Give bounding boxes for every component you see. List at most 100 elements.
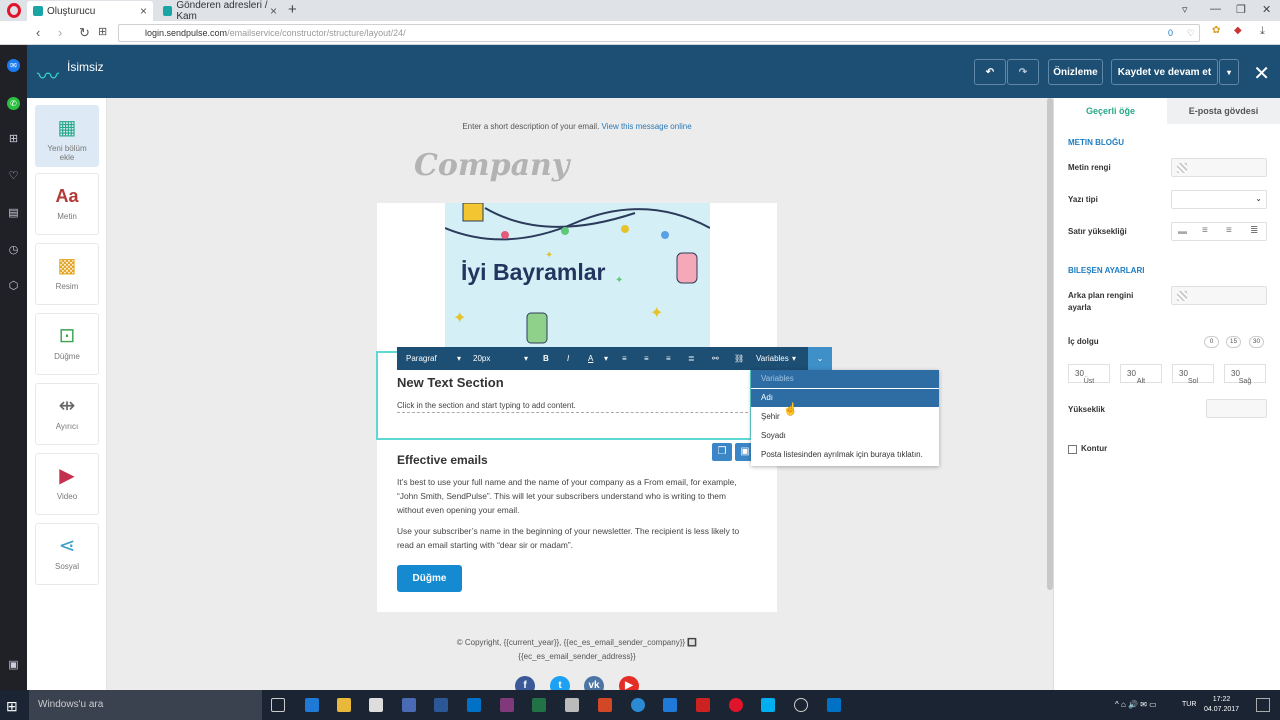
save-continue-button[interactable]: Kaydet ve devam et (1111, 59, 1218, 85)
heart-icon[interactable]: ♡ (7, 170, 20, 183)
close-editor-icon[interactable]: ✕ (1253, 64, 1270, 84)
tool-social[interactable]: ⋖ Sosyal (35, 523, 99, 585)
tool-video[interactable]: ▶ Video (35, 453, 99, 515)
speed-dial-icon[interactable]: ⊞ (98, 25, 107, 38)
back-icon[interactable]: ‹ (36, 25, 40, 40)
redo-button[interactable]: ↷ (1007, 59, 1039, 85)
paragraph-1[interactable]: It’s best to use your full name and the … (397, 475, 751, 517)
messenger-icon[interactable]: ✉ (7, 59, 20, 72)
app-icon[interactable] (402, 698, 416, 712)
border-checkbox[interactable] (1068, 445, 1077, 454)
padding-preset-30[interactable]: 30 (1249, 336, 1264, 348)
app5-icon[interactable] (794, 698, 808, 712)
tab-email-body[interactable]: E-posta gövdesi (1167, 98, 1280, 124)
close-tab-icon[interactable]: × (140, 4, 147, 18)
justify-icon[interactable]: ≣ (688, 354, 695, 363)
tray-icons[interactable]: ^ ⌂ 🔊 ✉ ▭ (1115, 700, 1157, 709)
align-center-icon[interactable]: ≡ (644, 354, 649, 363)
extension2-icon[interactable]: ◆ (1234, 25, 1242, 36)
tab-current-element[interactable]: Geçerli öğe (1054, 98, 1167, 124)
outlook2-icon[interactable] (827, 698, 841, 712)
tool-divider[interactable]: ⇹ Ayırıcı (35, 383, 99, 445)
chevron-down-icon[interactable]: ▾ (604, 354, 608, 363)
padding-preset-15[interactable]: 15 (1226, 336, 1241, 348)
duplicate-block-icon[interactable]: ❐ (712, 443, 732, 461)
font-select[interactable]: ⌄ (1171, 190, 1267, 209)
italic-icon[interactable]: I (567, 354, 569, 363)
section-hint[interactable]: Click in the section and start typing to… (397, 401, 576, 410)
tool-text[interactable]: Aa Metin (35, 173, 99, 235)
unlink-icon[interactable]: ⛓ (734, 354, 744, 363)
app3-icon[interactable] (631, 698, 645, 712)
view-online-link[interactable]: View this message online (602, 122, 692, 131)
save-options-button[interactable]: ▾ (1219, 59, 1239, 85)
url-field[interactable]: login.sendpulse.com/emailservice/constru… (118, 24, 1200, 42)
windows-start-icon[interactable]: ⊞ (6, 698, 18, 715)
dropdown-item-sehir[interactable]: Şehir (751, 408, 939, 426)
app2-icon[interactable] (565, 698, 579, 712)
extension-icon[interactable]: ✿ (1212, 25, 1220, 36)
variables-select[interactable]: Variables (756, 354, 789, 363)
font-size-select[interactable]: 20px (473, 354, 490, 363)
text-color-picker[interactable] (1171, 158, 1267, 177)
tool-image[interactable]: ▩ Resim (35, 243, 99, 305)
grid-icon[interactable]: ⊞ (7, 133, 20, 146)
tab-olusturucu[interactable]: Oluşturucu × (27, 1, 153, 21)
chevron-down-icon[interactable]: ▾ (524, 354, 528, 363)
line-height-2-icon[interactable]: ≡ (1202, 225, 1208, 236)
line-height-4-icon[interactable]: ≣ (1250, 225, 1258, 236)
tab-gonderen[interactable]: Gönderen adresleri / Kam × (157, 0, 283, 22)
heart-icon[interactable]: ♡ (1187, 25, 1195, 41)
align-right-icon[interactable]: ≡ (666, 354, 671, 363)
paragraph-2[interactable]: Use your subscriber’s name in the beginn… (397, 524, 751, 552)
news-icon[interactable]: ▤ (7, 207, 20, 220)
preview-button[interactable]: Önizleme (1048, 59, 1103, 85)
line-height-1-icon[interactable]: ▬ (1178, 226, 1187, 236)
restore-icon[interactable]: ❐ (1236, 3, 1246, 16)
onenote-icon[interactable] (500, 698, 514, 712)
line-height-options[interactable]: ▬ ≡ ≡ ≣ (1171, 222, 1267, 241)
word-icon[interactable] (434, 698, 448, 712)
new-tab-icon[interactable]: + (288, 1, 297, 18)
toolbar-collapse-icon[interactable]: ⌄ (808, 347, 832, 370)
forward-icon[interactable]: › (58, 25, 62, 40)
outlook-icon[interactable] (467, 698, 481, 712)
close-tab-icon[interactable]: × (270, 4, 277, 18)
bold-icon[interactable]: B (543, 354, 549, 363)
dropdown-item-unsubscribe[interactable]: Posta listesinden ayrılmak için buraya t… (751, 446, 939, 464)
email-cta-button[interactable]: Düğme (397, 565, 462, 592)
taskbar-clock[interactable]: 17:22 04.07.2017 (1204, 695, 1239, 715)
excel-icon[interactable] (532, 698, 546, 712)
effective-emails-title[interactable]: Effective emails (397, 453, 488, 467)
task-view-icon[interactable] (271, 698, 285, 712)
opera-taskbar-icon[interactable] (729, 698, 743, 712)
download-icon[interactable]: ⤓ (1260, 25, 1265, 38)
tabs-menu-icon[interactable]: ▿ (1182, 3, 1188, 16)
dropdown-item-soyadi[interactable]: Soyadı (751, 427, 939, 445)
align-left-icon[interactable]: ≡ (622, 354, 627, 363)
holiday-banner-image[interactable]: ✦ ✦ ✦ ✦ İyi Bayramlar (445, 203, 710, 350)
dropdown-item-variables[interactable]: Variables (751, 370, 939, 388)
padding-preset-0[interactable]: 0 (1204, 336, 1219, 348)
sidebar-toggle-icon[interactable]: ▣ (7, 659, 20, 672)
ie-icon[interactable] (663, 698, 677, 712)
height-input[interactable] (1206, 399, 1267, 418)
app4-icon[interactable] (696, 698, 710, 712)
line-height-3-icon[interactable]: ≡ (1226, 225, 1232, 236)
email-footer[interactable]: © Copyright, {{current_year}}, {{ec_es_e… (440, 636, 714, 664)
section-title[interactable]: New Text Section (397, 375, 504, 390)
dropdown-item-adi[interactable]: Adı (751, 389, 939, 407)
chevron-down-icon[interactable]: ▾ (792, 354, 796, 363)
minimize-icon[interactable]: — (1210, 3, 1221, 15)
store-icon[interactable] (369, 698, 383, 712)
tool-button[interactable]: ⊡ Düğme (35, 313, 99, 375)
explorer-icon[interactable] (337, 698, 351, 712)
bg-color-picker[interactable] (1171, 286, 1267, 305)
tool-new-section[interactable]: ▦ Yeni bölüm ekle (35, 105, 99, 167)
company-logo[interactable]: Company (414, 148, 569, 183)
input-language[interactable]: TUR (1182, 701, 1196, 708)
reload-icon[interactable]: ↻ (79, 25, 90, 41)
paragraph-style-select[interactable]: Paragraf (406, 354, 437, 363)
undo-button[interactable]: ↶ (974, 59, 1006, 85)
whatsapp-icon[interactable]: ✆ (7, 97, 20, 110)
